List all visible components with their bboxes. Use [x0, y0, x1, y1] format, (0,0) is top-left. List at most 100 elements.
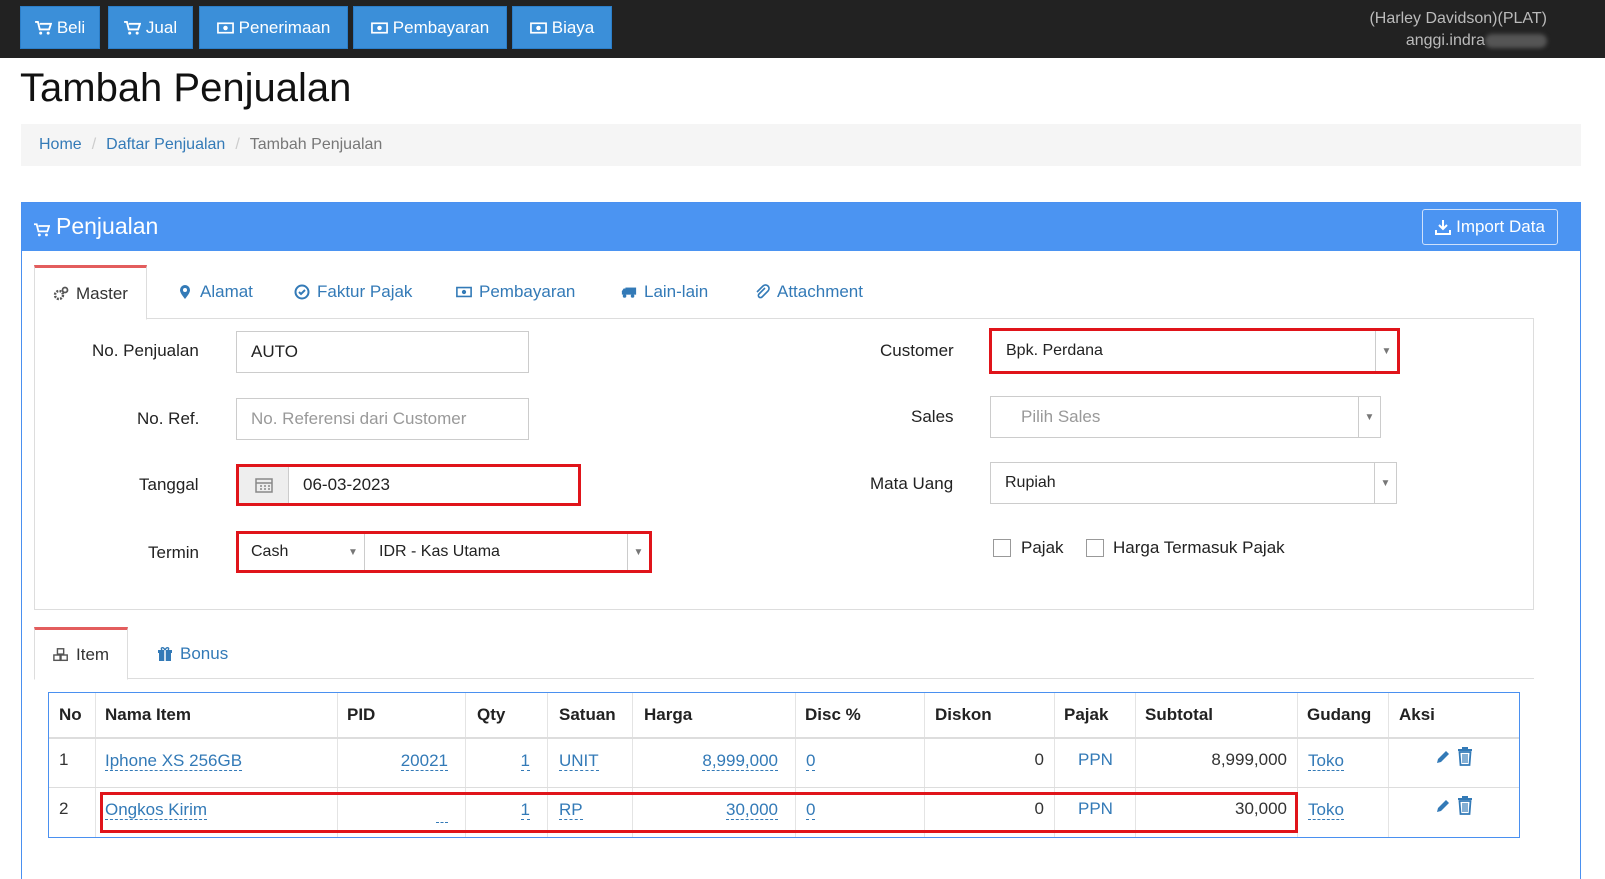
company-name: (Harley Davidson)(PLAT) — [1369, 10, 1547, 27]
breadcrumb-separator: / — [91, 136, 97, 153]
panel-header: Penjualan Import Data — [22, 203, 1580, 251]
pencil-icon[interactable] — [1434, 748, 1452, 766]
tab-alamat-label: Alamat — [200, 282, 253, 301]
row1-pajak[interactable]: PPN — [1078, 750, 1113, 770]
chevron-down-icon: ▼ — [627, 534, 649, 570]
tab-master[interactable]: Master — [34, 265, 147, 320]
no-ref-input[interactable]: No. Referensi dari Customer — [236, 398, 529, 440]
money-icon — [456, 286, 472, 298]
money-icon — [216, 21, 234, 34]
tab-bonus[interactable]: Bonus — [157, 627, 228, 680]
sales-placeholder: Pilih Sales — [1021, 407, 1101, 426]
row1-diskon: 0 — [1034, 750, 1044, 769]
row2-gudang[interactable]: Toko — [1308, 801, 1344, 820]
col-header-disc: Disc % — [805, 705, 861, 724]
col-header-aksi: Aksi — [1399, 705, 1435, 724]
tab-alamat[interactable]: Alamat — [177, 265, 253, 319]
import-data-button[interactable]: Import Data — [1422, 209, 1558, 245]
no-ref-label: No. Ref. — [137, 409, 200, 428]
item-tabs: Item Bonus — [34, 627, 1534, 680]
header-row-divider — [49, 737, 1519, 739]
termin-select[interactable]: Cash ▼ — [239, 534, 365, 570]
tanggal-label: Tanggal — [139, 475, 199, 494]
breadcrumb-current: Tambah Penjualan — [249, 136, 383, 153]
col-header-no: No — [59, 705, 82, 724]
nav-beli-button[interactable]: Beli — [20, 6, 100, 49]
tanggal-value: 06-03-2023 — [303, 475, 390, 494]
row-divider — [49, 787, 1519, 788]
tab-attachment-label: Attachment — [777, 282, 863, 301]
username: anggi.indra — [1405, 32, 1485, 49]
harga-termasuk-pajak-checkbox[interactable] — [1086, 539, 1104, 557]
user-info[interactable]: (Harley Davidson)(PLAT) anggi.indra — [1369, 8, 1547, 52]
breadcrumb-list-link[interactable]: Daftar Penjualan — [106, 136, 225, 154]
map-marker-icon — [180, 285, 190, 299]
col-header-nama-item: Nama Item — [105, 705, 191, 724]
calendar-icon[interactable] — [239, 467, 289, 503]
tab-lain-lain[interactable]: Lain-lain — [621, 265, 708, 319]
cart-icon — [124, 20, 141, 35]
row1-disc[interactable]: 0 — [806, 752, 816, 771]
no-penjualan-input[interactable]: AUTO — [236, 331, 529, 373]
form-tabs: Master Alamat Faktur Pajak Pembayaran La… — [34, 265, 1534, 320]
no-ref-placeholder: No. Referensi dari Customer — [251, 409, 467, 428]
pencil-icon[interactable] — [1434, 797, 1452, 815]
row1-harga[interactable]: 8,999,000 — [702, 752, 778, 771]
chevron-down-icon: ▼ — [1374, 463, 1396, 503]
sales-select[interactable]: Pilih Sales ▼ — [990, 396, 1381, 438]
import-data-label: Import Data — [1456, 217, 1545, 236]
nav-biaya-label: Biaya — [551, 17, 595, 37]
kas-account-value: IDR - Kas Utama — [379, 543, 500, 560]
tab-faktur-pajak[interactable]: Faktur Pajak — [294, 265, 412, 319]
tab-item[interactable]: Item — [34, 627, 129, 680]
cart-icon — [34, 222, 50, 236]
row1-pid[interactable]: 20021 — [400, 752, 448, 771]
termin-group: Cash ▼ IDR - Kas Utama ▼ — [236, 531, 652, 573]
col-header-qty: Qty — [477, 705, 506, 724]
tanggal-input[interactable]: 06-03-2023 — [236, 464, 581, 506]
tab-bonus-label: Bonus — [180, 643, 229, 663]
breadcrumb-home-link[interactable]: Home — [39, 136, 82, 154]
tab-lain-lain-label: Lain-lain — [644, 282, 709, 301]
check-circle-icon — [294, 284, 310, 300]
col-header-satuan: Satuan — [559, 705, 616, 724]
mata-uang-value: Rupiah — [1005, 474, 1056, 491]
row1-gudang[interactable]: Toko — [1308, 752, 1344, 771]
mata-uang-label: Mata Uang — [870, 474, 954, 493]
breadcrumb-separator: / — [235, 136, 240, 153]
customer-select[interactable]: Bpk. Perdana ▼ — [989, 328, 1400, 374]
customer-value: Bpk. Perdana — [1006, 342, 1103, 359]
trash-icon[interactable] — [1456, 795, 1474, 815]
cart-icon — [34, 20, 52, 35]
col-header-subtotal: Subtotal — [1145, 705, 1213, 724]
row1-subtotal: 8,999,000 — [1211, 750, 1287, 769]
nav-jual-button[interactable]: Jual — [108, 6, 193, 49]
row1-nama-item[interactable]: Iphone XS 256GB — [105, 752, 243, 771]
customer-label: Customer — [880, 341, 954, 360]
chevron-down-icon: ▼ — [1375, 331, 1397, 371]
sales-label: Sales — [911, 407, 954, 426]
row1-satuan[interactable]: UNIT — [559, 752, 599, 771]
tab-attachment[interactable]: Attachment — [754, 265, 863, 319]
tab-item-label: Item — [76, 644, 110, 664]
money-icon — [529, 21, 547, 34]
mata-uang-select[interactable]: Rupiah ▼ — [990, 462, 1397, 504]
trash-icon[interactable] — [1456, 746, 1474, 766]
row1-qty[interactable]: 1 — [520, 752, 530, 771]
chevron-down-icon: ▼ — [1358, 397, 1380, 437]
nav-biaya-button[interactable]: Biaya — [512, 6, 612, 49]
truck-icon — [621, 287, 637, 298]
termin-label: Termin — [148, 543, 200, 562]
nav-pembayaran-button[interactable]: Pembayaran — [353, 6, 507, 49]
no-penjualan-value: AUTO — [251, 342, 298, 361]
tab-master-label: Master — [76, 283, 128, 303]
kas-account-select[interactable]: IDR - Kas Utama ▼ — [365, 534, 649, 570]
tab-pembayaran[interactable]: Pembayaran — [456, 265, 575, 319]
nav-penerimaan-button[interactable]: Penerimaan — [199, 6, 348, 49]
money-icon — [370, 21, 388, 34]
nav-penerimaan-label: Penerimaan — [238, 17, 331, 37]
sales-panel: Penjualan Import Data Master Alamat Fakt… — [21, 202, 1581, 879]
column-divider — [1388, 693, 1389, 837]
item-table: No Nama Item PID Qty Satuan Harga Disc %… — [48, 692, 1520, 838]
pajak-checkbox[interactable] — [993, 539, 1011, 557]
